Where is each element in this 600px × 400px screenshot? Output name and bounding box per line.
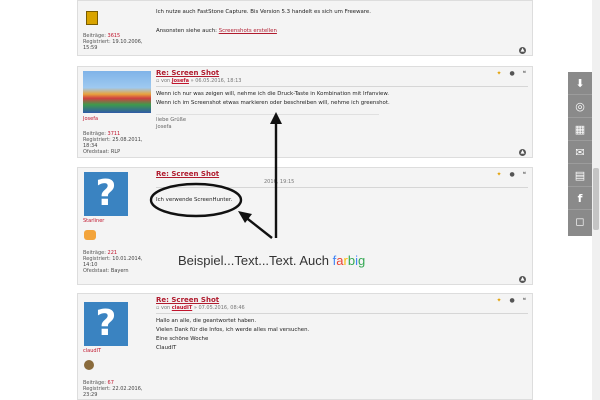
username[interactable]: Starliner: [83, 218, 104, 224]
scroll-up-button[interactable]: ▲: [519, 47, 526, 54]
chat-icon[interactable]: ✉: [568, 141, 592, 164]
text-line: Vielen Dank für die Infos, ich werde all…: [156, 327, 310, 333]
avatar[interactable]: ?: [84, 302, 128, 346]
badge-icon: [86, 11, 98, 25]
post-date: » 06.05.2016, 18:13: [190, 78, 242, 84]
username[interactable]: Josefa: [83, 116, 98, 122]
username[interactable]: claudIT: [83, 348, 101, 354]
download-icon[interactable]: ⬇: [568, 72, 592, 95]
stats: Beiträge: 3615 Registriert: 19.10.2006, …: [83, 33, 152, 51]
ort-value: RLP: [110, 149, 121, 155]
signature-line: liebe Grüße: [156, 117, 187, 123]
annotation-plain: Beispiel...Text...Text. Auch: [178, 253, 330, 268]
author-link[interactable]: Josefa: [172, 78, 189, 84]
table-icon[interactable]: ▦: [568, 118, 592, 141]
instagram-icon[interactable]: ◻: [568, 210, 592, 233]
signature: liebe Grüße Josefa: [156, 114, 380, 131]
page-scrollbar[interactable]: [592, 0, 600, 400]
rank-icon: [84, 230, 96, 240]
avatar[interactable]: [83, 71, 151, 113]
post-tools: ✦ ● ❝: [496, 70, 526, 77]
post-icon: ▫: [156, 78, 160, 84]
facebook-icon[interactable]: f: [568, 187, 592, 210]
post-text: Wenn ich nur was zeigen will, nehme ich …: [156, 90, 528, 108]
avatar[interactable]: ?: [84, 172, 128, 216]
annotation-letter: a: [336, 253, 344, 268]
text-line: ClaudIT: [156, 345, 177, 351]
see-also-prefix: Ansonsten siehe auch:: [156, 28, 217, 34]
stats: Beiträge: 67 Registriert: 22.02.2016, 23…: [83, 380, 152, 398]
quote-icon[interactable]: ❝: [523, 70, 526, 77]
post-date: 2016, 19:15: [264, 179, 295, 185]
rank-icon: [84, 360, 94, 370]
post-date: » 07.05.2016, 08:46: [193, 305, 245, 311]
quote-icon[interactable]: ❝: [523, 297, 526, 304]
post-claudit: ? claudIT Beiträge: 67 Registriert: 22.0…: [77, 293, 533, 400]
post-title[interactable]: Re: Screen Shot: [156, 69, 528, 77]
ort-label: Ofedstaat:: [83, 268, 110, 274]
post-title[interactable]: Re: Screen Shot: [156, 170, 528, 178]
text-line: Hallo an alle, die geantwortet haben.: [156, 318, 257, 324]
thanks-icon[interactable]: ✦: [496, 297, 501, 304]
post-fastStone: Beiträge: 3615 Registriert: 19.10.2006, …: [77, 0, 533, 56]
post-tools: ✦ ● ❝: [496, 171, 526, 178]
report-icon[interactable]: ●: [510, 70, 515, 77]
newspaper-icon[interactable]: ▤: [568, 164, 592, 187]
post-meta: ▫ von Josefa » 06.05.2016, 18:13: [156, 78, 528, 87]
author-link[interactable]: claudIT: [172, 305, 192, 311]
post-meta: 2016, 19:15: [156, 179, 528, 188]
post-title[interactable]: Re: Screen Shot: [156, 296, 528, 304]
report-icon[interactable]: ●: [510, 171, 515, 178]
forum-page: Beiträge: 3615 Registriert: 19.10.2006, …: [0, 0, 600, 400]
post-text: Ich verwende ScreenHunter.: [156, 197, 233, 203]
chrome-icon[interactable]: ◎: [568, 95, 592, 118]
ort-label: Ofedstaat:: [83, 149, 110, 155]
post-meta: ▫ von claudIT » 07.05.2016, 08:46: [156, 305, 528, 314]
annotation-letter: g: [357, 253, 366, 268]
signature-line: Josefa: [156, 124, 172, 130]
text-line: Eine schöne Woche: [156, 336, 209, 342]
ort-value: Bayern: [110, 268, 129, 274]
quote-icon[interactable]: ❝: [523, 171, 526, 178]
report-icon[interactable]: ●: [510, 297, 515, 304]
scroll-up-button[interactable]: ▲: [519, 149, 526, 156]
stats: Beiträge: 221 Registriert: 10.01.2014, 1…: [83, 250, 152, 274]
post-tools: ✦ ● ❝: [496, 297, 526, 304]
stats: Beiträge: 3711 Registriert: 25.08.2011, …: [83, 131, 152, 155]
text-line: Wenn ich im Screenshot etwas markieren o…: [156, 100, 390, 106]
share-rail: ⬇ ◎ ▦ ✉ ▤ f ◻: [568, 72, 592, 236]
thanks-icon[interactable]: ✦: [496, 171, 501, 178]
text-line: Wenn ich nur was zeigen will, nehme ich …: [156, 91, 390, 97]
meta-prefix: von: [160, 78, 171, 84]
annotation-text: Beispiel...Text...Text. Auch farbig: [178, 253, 365, 268]
post-icon: ▫: [156, 305, 160, 311]
scrollbar-thumb[interactable]: [593, 168, 599, 230]
scroll-up-button[interactable]: ▲: [519, 276, 526, 283]
thanks-icon[interactable]: ✦: [496, 70, 501, 77]
see-also: Ansonsten siehe auch: Screenshots erstel…: [156, 27, 528, 36]
post-text: Hallo an alle, die geantwortet haben. Vi…: [156, 317, 528, 353]
post-text: Ich nutze auch FastStone Capture. Bis Ve…: [156, 9, 371, 15]
see-also-link[interactable]: Screenshots erstellen: [219, 28, 277, 34]
post-josefa: Josefa Beiträge: 3711 Registriert: 25.08…: [77, 66, 533, 158]
meta-prefix: von: [160, 305, 171, 311]
annotation-letter: b: [347, 253, 356, 268]
